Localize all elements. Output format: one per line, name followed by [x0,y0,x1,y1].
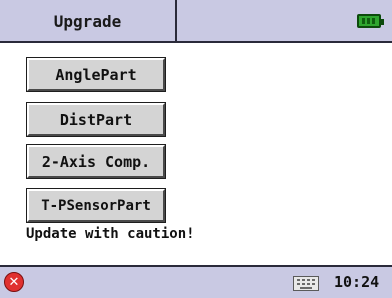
battery-full-icon [357,14,384,28]
page-title: Upgrade [0,0,177,43]
clock-time: 10:24 [334,273,380,291]
battery-cell [362,18,365,24]
keyboard-icon[interactable] [293,276,319,291]
two-axis-comp-button[interactable]: 2-Axis Comp. [26,144,166,179]
title-bar: Upgrade [0,0,392,43]
dist-part-button[interactable]: DistPart [26,102,166,137]
battery-cell [367,18,370,24]
angle-part-button[interactable]: AnglePart [26,57,166,92]
t-psensor-part-button[interactable]: T-PSensorPart [26,188,166,223]
battery-cell [372,18,375,24]
close-icon[interactable]: ✕ [4,272,24,292]
upgrade-screen: Upgrade AnglePart DistPart 2-Axis Comp. … [0,0,392,298]
status-bar: ✕ 10:24 [0,265,392,298]
caution-message: Update with caution! [26,226,195,242]
